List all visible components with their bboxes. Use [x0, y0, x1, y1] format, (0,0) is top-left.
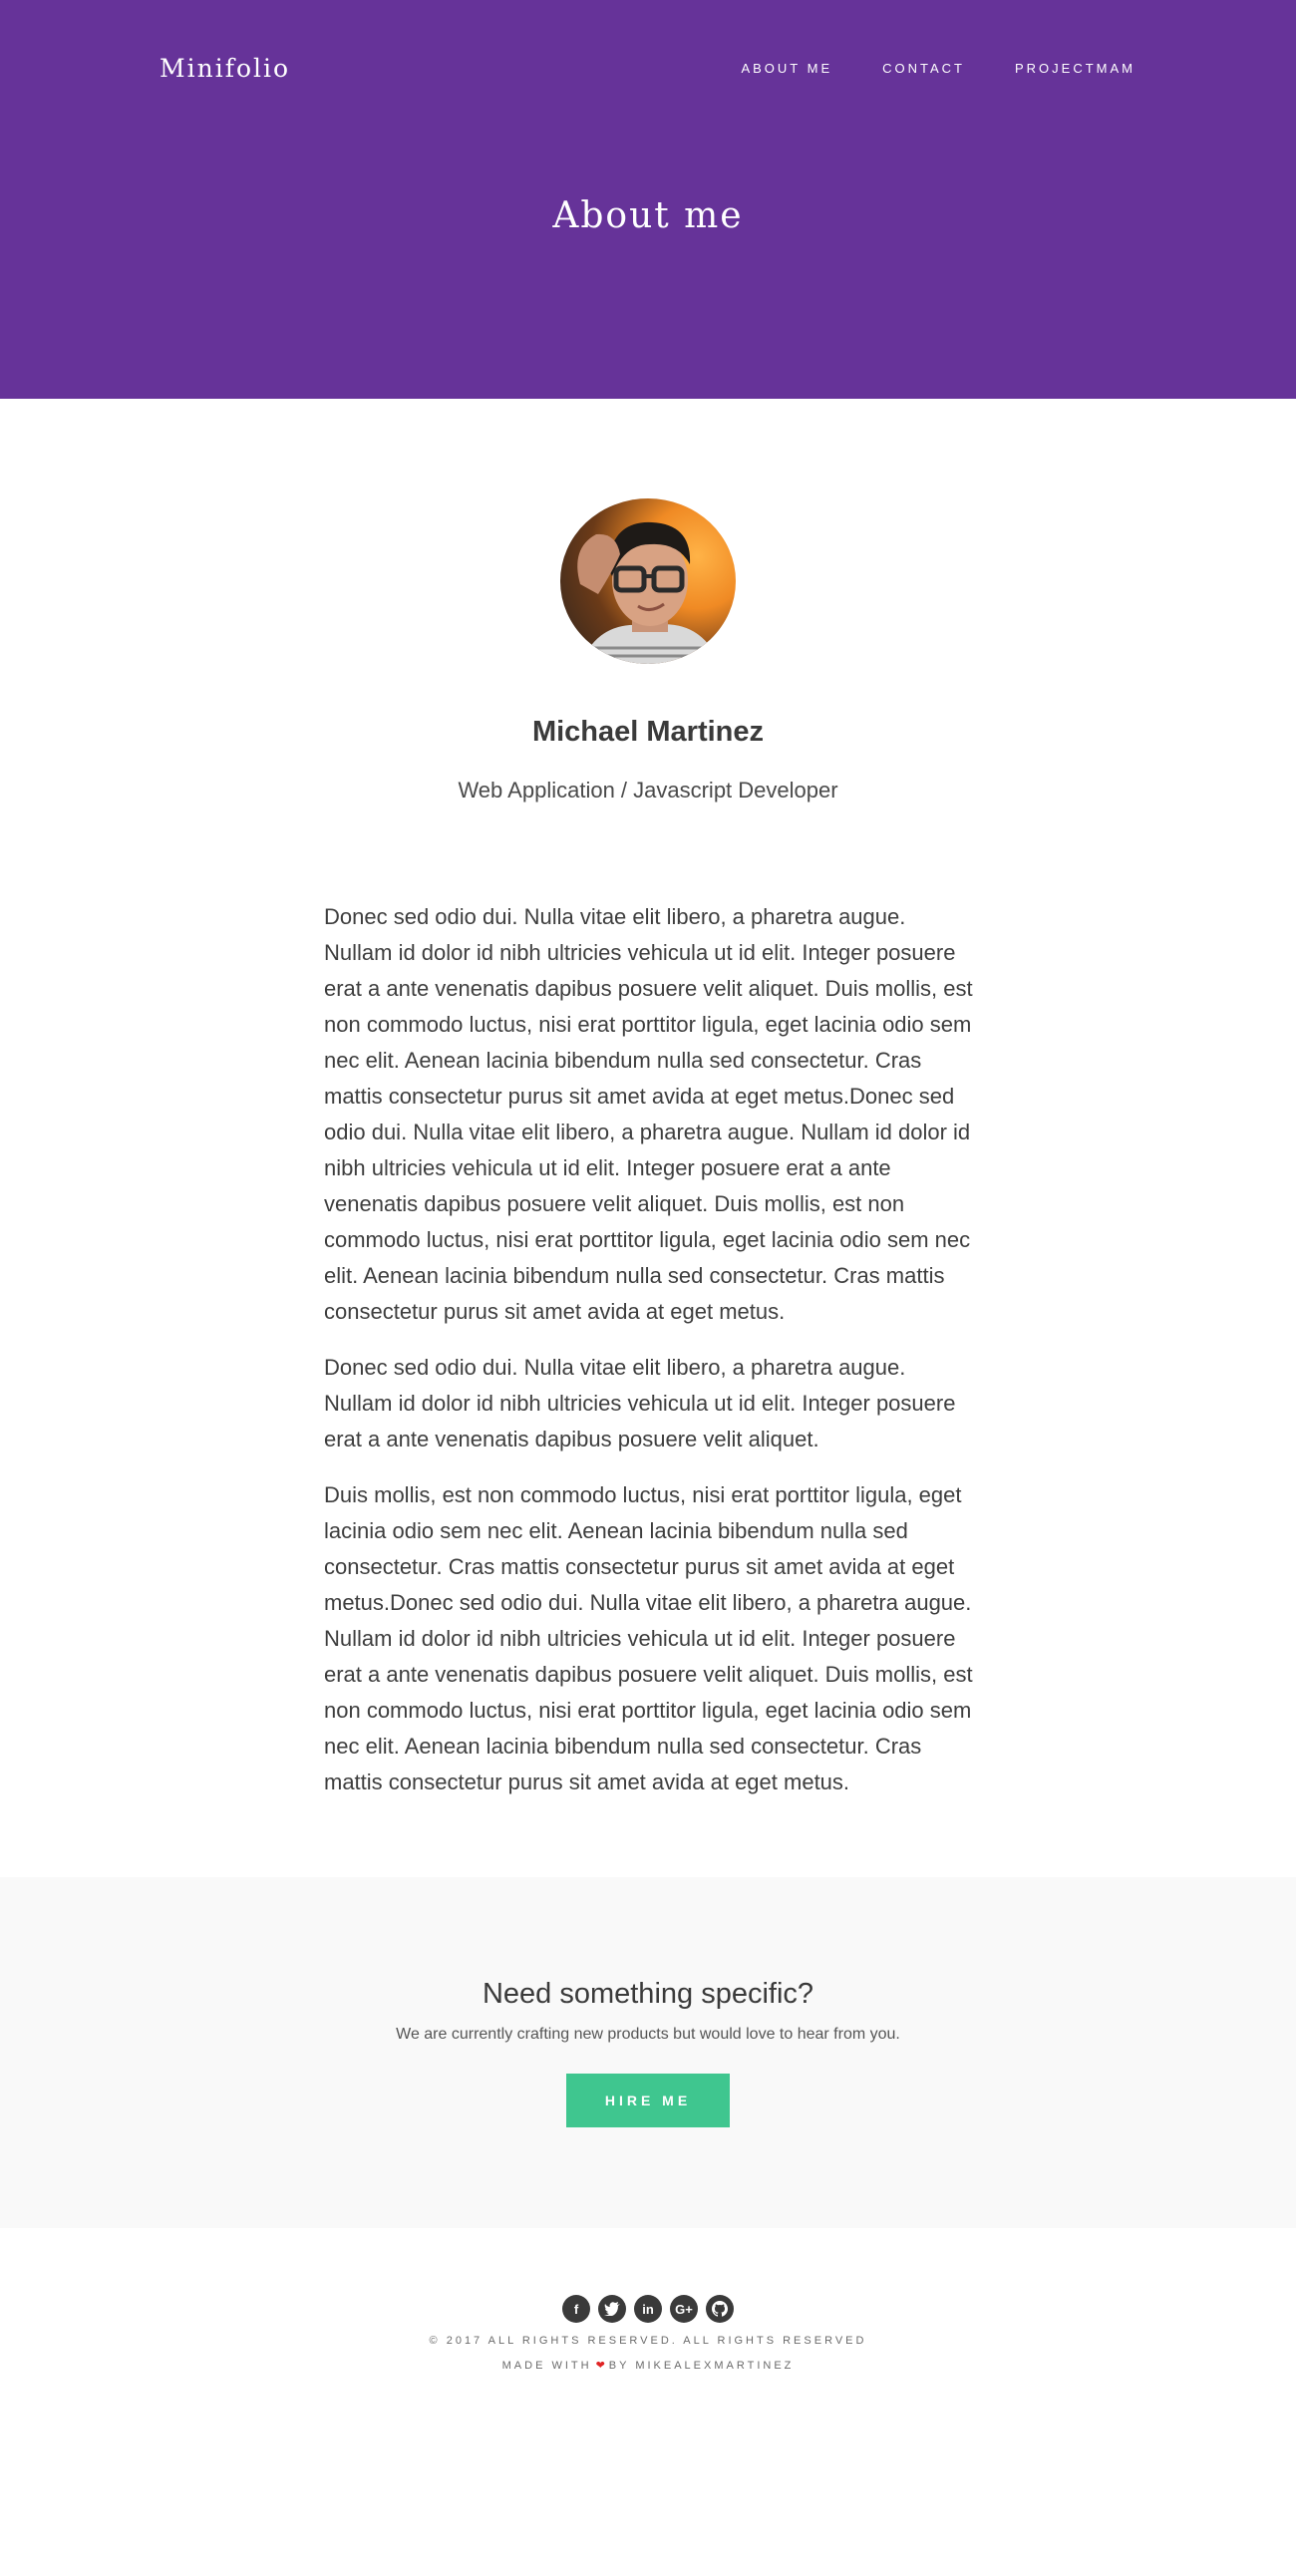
facebook-icon[interactable]: f — [562, 2295, 590, 2323]
nav-projects[interactable]: PROJECTMAM — [1015, 61, 1135, 76]
bio-paragraph: Donec sed odio dui. Nulla vitae elit lib… — [324, 1355, 956, 1451]
made-with-text: MADE WITH ❤ BY MIKEALEXMARTINEZ — [0, 2359, 1296, 2372]
main-nav: ABOUT ME CONTACT PROJECTMAM — [741, 61, 1135, 76]
social-links: f in G+ — [0, 2295, 1296, 2323]
page-title: About me — [552, 195, 744, 236]
cta-title: Need something specific? — [482, 1978, 814, 2010]
hire-me-button[interactable]: HIRE ME — [566, 2074, 730, 2127]
avatar — [560, 498, 736, 664]
brand-logo[interactable]: Minifolio — [160, 54, 290, 83]
made-with-suffix: BY MIKEALEXMARTINEZ — [608, 2360, 795, 2372]
bio-paragraph: Duis mollis, est non commodo luctus, nis… — [324, 1482, 973, 1794]
profile-name: Michael Martinez — [531, 716, 765, 748]
google-plus-icon[interactable]: G+ — [670, 2295, 698, 2323]
twitter-icon[interactable] — [598, 2295, 626, 2323]
hire-section: Need something specific? We are currentl… — [0, 1877, 1296, 2228]
twitter-bird-glyph — [604, 2302, 620, 2316]
linkedin-icon[interactable]: in — [634, 2295, 662, 2323]
github-icon[interactable] — [706, 2295, 734, 2323]
bio-section: Donec sed odio dui. Nulla vitae elit lib… — [324, 899, 974, 1820]
nav-about-me[interactable]: ABOUT ME — [741, 61, 832, 76]
avatar-photo — [577, 521, 720, 664]
made-with-prefix: MADE WITH — [501, 2360, 592, 2372]
cta-text: We are currently crafting new products b… — [396, 2026, 900, 2043]
heart-icon: ❤ — [595, 2360, 605, 2372]
nav-contact[interactable]: CONTACT — [882, 61, 965, 76]
profile-role: Web Application / Javascript Developer — [458, 778, 838, 803]
copyright-text: © 2017 ALL RIGHTS RESERVED. ALL RIGHTS R… — [429, 2335, 867, 2347]
bio-paragraph: Donec sed odio dui. Nulla vitae elit lib… — [324, 904, 973, 1324]
hero-header: Minifolio ABOUT ME CONTACT PROJECTMAM Ab… — [0, 0, 1296, 399]
github-cat-glyph — [712, 2301, 728, 2317]
